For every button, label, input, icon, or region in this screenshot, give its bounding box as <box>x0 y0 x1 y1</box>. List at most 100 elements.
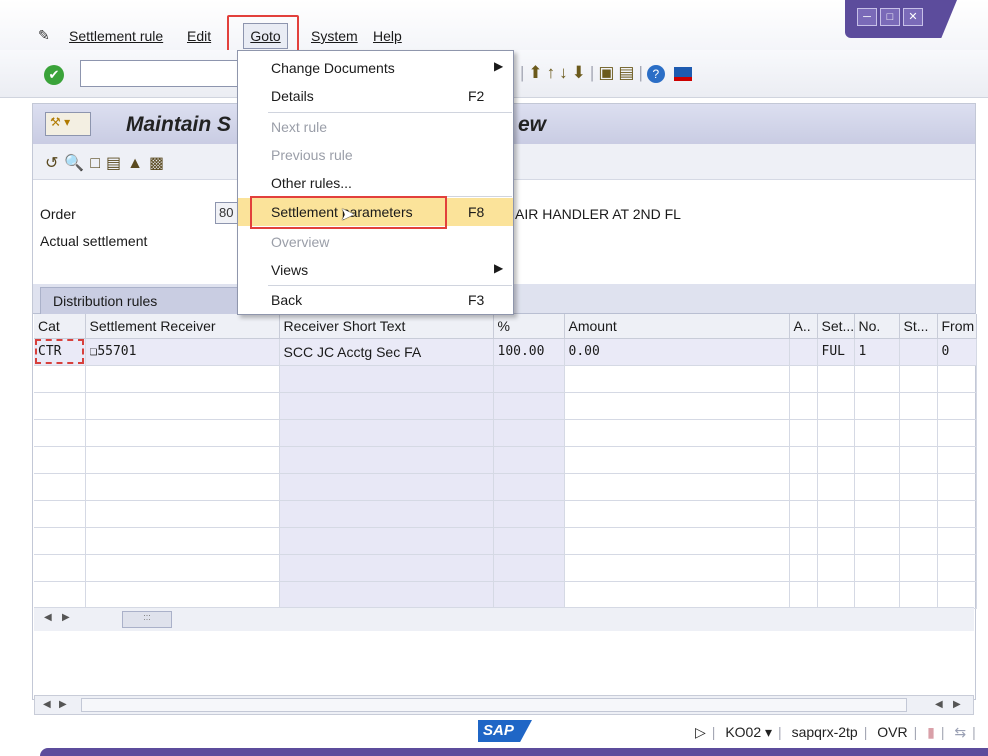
table-cell-empty[interactable] <box>899 446 938 474</box>
table-cell-empty[interactable] <box>279 392 494 420</box>
table-cell-empty[interactable] <box>85 581 280 609</box>
prev-page-icon[interactable]: ↑ <box>547 63 560 82</box>
table-cell-empty[interactable] <box>789 446 818 474</box>
hierarchy-icon[interactable]: ▲ <box>127 155 149 172</box>
table-cell-empty[interactable] <box>279 419 494 447</box>
table-cell-empty[interactable] <box>789 365 818 393</box>
table-cell-empty[interactable] <box>493 500 565 528</box>
table-cell-empty[interactable] <box>899 527 938 555</box>
table-cell-empty[interactable] <box>493 473 565 501</box>
table-cell-empty[interactable] <box>937 527 977 555</box>
new-session-icon[interactable]: ▣ <box>598 63 618 82</box>
scroll-right-icon[interactable]: ▶ <box>953 699 961 710</box>
table-row[interactable]: CTR ❏55701 SCC JC Acctg Sec FA 100.00 0.… <box>34 338 977 366</box>
table-row-empty[interactable] <box>34 446 977 474</box>
table-cell-empty[interactable] <box>34 473 86 501</box>
shortcut-icon[interactable]: ▤ <box>618 63 638 82</box>
table-cell-empty[interactable] <box>85 473 280 501</box>
table-row-empty[interactable] <box>34 554 977 582</box>
table-cell-empty[interactable] <box>279 527 494 555</box>
table-cell-empty[interactable] <box>937 500 977 528</box>
table-cell-empty[interactable] <box>854 581 900 609</box>
goto-change-documents[interactable]: Change Documents ▶ <box>238 54 513 82</box>
table-cell-empty[interactable] <box>34 527 86 555</box>
first-page-icon[interactable]: ⬆ <box>528 63 546 82</box>
table-cell-empty[interactable] <box>789 392 818 420</box>
table-cell-empty[interactable] <box>564 473 790 501</box>
close-icon[interactable]: ✕ <box>903 8 923 26</box>
table-cell-empty[interactable] <box>564 527 790 555</box>
col-set[interactable]: Set... <box>817 314 855 339</box>
table-cell-empty[interactable] <box>937 365 977 393</box>
table-cell-empty[interactable] <box>279 500 494 528</box>
scroll-right-icon[interactable]: ▶ <box>59 699 67 710</box>
layout-menu-icon[interactable] <box>673 66 692 81</box>
cell-st[interactable] <box>899 338 938 366</box>
goto-views[interactable]: Views ▶ <box>238 256 513 284</box>
table-cell-empty[interactable] <box>937 581 977 609</box>
table-cell-empty[interactable] <box>937 392 977 420</box>
table-cell-empty[interactable] <box>85 392 280 420</box>
table-cell-empty[interactable] <box>899 365 938 393</box>
table-cell-empty[interactable] <box>85 554 280 582</box>
table-cell-empty[interactable] <box>564 392 790 420</box>
table-cell-empty[interactable] <box>937 554 977 582</box>
table-cell-empty[interactable] <box>817 446 855 474</box>
col-settlement-receiver[interactable]: Settlement Receiver <box>85 314 280 339</box>
help-icon[interactable]: ? <box>646 65 665 83</box>
table-cell-empty[interactable] <box>34 446 86 474</box>
minimize-icon[interactable]: ─ <box>857 8 877 26</box>
table-cell-empty[interactable] <box>493 365 565 393</box>
scroll-thumb[interactable]: ::: <box>122 611 172 628</box>
table-cell-empty[interactable] <box>854 527 900 555</box>
table-cell-empty[interactable] <box>817 500 855 528</box>
table-cell-empty[interactable] <box>493 392 565 420</box>
search-rule-icon[interactable]: 🔍 <box>64 155 90 172</box>
table-cell-empty[interactable] <box>789 473 818 501</box>
goto-overview[interactable]: Overview <box>238 228 513 256</box>
cell-set[interactable]: FUL <box>817 338 855 366</box>
structure-icon[interactable]: ▩ <box>149 155 170 172</box>
table-cell-empty[interactable] <box>85 446 280 474</box>
scroll-left-icon[interactable]: ◀ <box>43 699 51 710</box>
goto-previous-rule[interactable]: Previous rule <box>238 141 513 169</box>
table-cell-empty[interactable] <box>279 554 494 582</box>
table-cell-empty[interactable] <box>899 473 938 501</box>
table-cell-empty[interactable] <box>34 554 86 582</box>
table-cell-empty[interactable] <box>817 473 855 501</box>
table-cell-empty[interactable] <box>854 365 900 393</box>
col-amount[interactable]: Amount <box>564 314 790 339</box>
table-cell-empty[interactable] <box>937 473 977 501</box>
transaction-code[interactable]: KO02 <box>725 724 761 740</box>
menu-system[interactable]: System <box>311 28 358 44</box>
col-from[interactable]: From <box>937 314 977 339</box>
table-cell-empty[interactable] <box>817 554 855 582</box>
next-page-icon[interactable]: ↓ <box>559 63 572 82</box>
new-line-icon[interactable]: □ <box>90 155 106 172</box>
goto-other-rules[interactable]: Other rules... <box>238 169 513 197</box>
col-no[interactable]: No. <box>854 314 900 339</box>
table-cell-empty[interactable] <box>34 500 86 528</box>
table-row-empty[interactable] <box>34 392 977 420</box>
table-cell-empty[interactable] <box>854 554 900 582</box>
table-cell-empty[interactable] <box>279 365 494 393</box>
table-cell-empty[interactable] <box>789 554 818 582</box>
table-row-empty[interactable] <box>34 581 977 609</box>
table-cell-empty[interactable] <box>564 365 790 393</box>
cell-from[interactable]: 0 <box>937 338 977 366</box>
table-cell-empty[interactable] <box>937 446 977 474</box>
col-a[interactable]: A.. <box>789 314 818 339</box>
insert-mode[interactable]: OVR <box>877 724 907 740</box>
menu-settlement-rule[interactable]: Settlement rule <box>69 28 163 44</box>
table-cell-empty[interactable] <box>854 419 900 447</box>
goto-next-rule[interactable]: Next rule <box>238 113 513 141</box>
col-percent[interactable]: % <box>493 314 565 339</box>
table-cell-empty[interactable] <box>854 473 900 501</box>
play-icon[interactable]: ▷ <box>695 724 706 740</box>
table-cell-empty[interactable] <box>817 581 855 609</box>
table-cell-empty[interactable] <box>899 554 938 582</box>
table-cell-empty[interactable] <box>937 419 977 447</box>
tab-icon[interactable]: ⇆ <box>954 724 966 740</box>
table-horizontal-scrollbar[interactable]: ◀ ▶ ::: <box>34 607 974 631</box>
cell-a[interactable] <box>789 338 818 366</box>
